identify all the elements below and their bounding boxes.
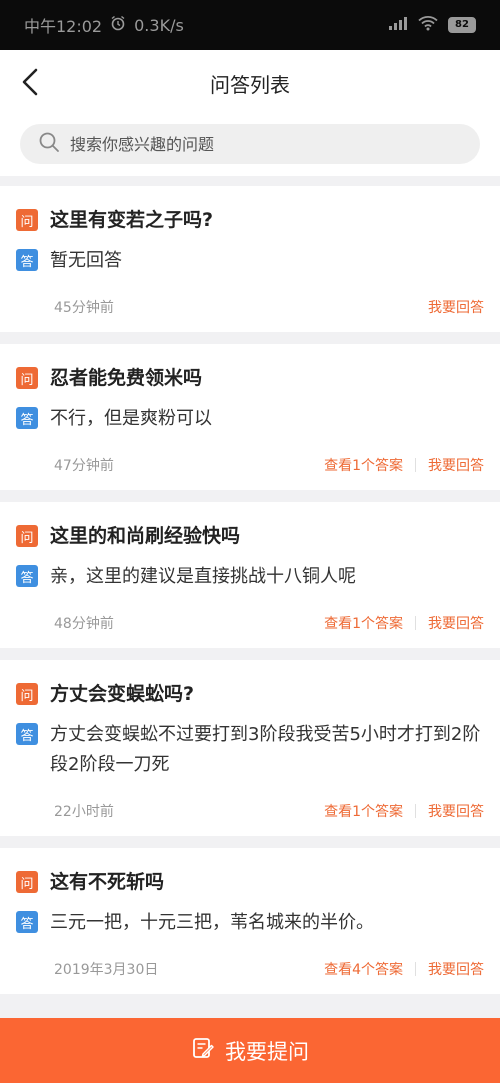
card-meta: 45分钟前 我要回答: [16, 282, 484, 332]
question-tag: 问: [16, 209, 38, 231]
qa-card[interactable]: 问 这里的和尚刷经验快吗 答 亲，这里的建议是直接挑战十八铜人呢 48分钟前 查…: [0, 502, 500, 648]
answer-tag: 答: [16, 565, 38, 587]
status-left: 中午12:02 0.3K/s: [24, 13, 184, 37]
question-row: 问 这里有变若之子吗?: [16, 206, 484, 234]
question-text: 忍者能免费领米吗: [50, 367, 203, 389]
action-divider: [415, 458, 416, 472]
qa-card[interactable]: 问 忍者能免费领米吗 答 不行，但是爽粉可以 47分钟前 查看1个答案 我要回答: [0, 344, 500, 490]
question-tag: 问: [16, 525, 38, 547]
card-meta: 2019年3月30日 查看4个答案 我要回答: [16, 944, 484, 994]
answer-row: 答 不行，但是爽粉可以: [16, 404, 484, 434]
answer-text: 暂无回答: [50, 250, 122, 271]
question-tag: 问: [16, 367, 38, 389]
card-actions: 查看1个答案 我要回答: [324, 801, 484, 821]
qa-card[interactable]: 问 方丈会变蜈蚣吗? 答 方丈会变蜈蚣不过要打到3阶段我受苦5小时才打到2阶段2…: [0, 660, 500, 836]
card-actions: 查看4个答案 我要回答: [324, 959, 484, 979]
signal-icon: [388, 15, 408, 35]
post-time: 2019年3月30日: [54, 962, 159, 978]
post-time: 45分钟前: [54, 300, 114, 316]
wifi-icon: [418, 15, 438, 35]
question-text: 这有不死斩吗: [50, 871, 165, 893]
card-meta: 47分钟前 查看1个答案 我要回答: [16, 440, 484, 490]
card-meta: 22小时前 查看1个答案 我要回答: [16, 786, 484, 836]
edit-note-icon: [191, 1036, 215, 1065]
action-divider: [415, 804, 416, 818]
card-actions: 查看1个答案 我要回答: [324, 613, 484, 633]
question-text: 这里的和尚刷经验快吗: [50, 525, 241, 547]
search-input[interactable]: [70, 134, 450, 154]
view-answers-link[interactable]: 查看4个答案: [324, 959, 403, 979]
question-tag: 问: [16, 871, 38, 893]
alarm-icon: [110, 15, 126, 35]
ask-question-button[interactable]: 我要提问: [0, 1018, 500, 1083]
status-right: 82: [388, 15, 476, 35]
post-time: 47分钟前: [54, 458, 114, 474]
search-icon: [38, 131, 60, 157]
view-answers-link[interactable]: 查看1个答案: [324, 613, 403, 633]
network-speed: 0.3K/s: [134, 15, 184, 35]
status-bar: 中午12:02 0.3K/s 82: [0, 0, 500, 50]
answer-tag: 答: [16, 911, 38, 933]
question-row: 问 这有不死斩吗: [16, 868, 484, 896]
answer-text: 亲，这里的建议是直接挑战十八铜人呢: [50, 566, 356, 587]
question-text: 这里有变若之子吗?: [50, 209, 214, 231]
page-title: 问答列表: [210, 72, 290, 97]
qa-list: 问 这里有变若之子吗? 答 暂无回答 45分钟前 我要回答 问 忍者能免费领米吗…: [0, 186, 500, 1006]
ask-question-label: 我要提问: [225, 1039, 309, 1064]
search-box[interactable]: [20, 124, 480, 164]
question-text: 方丈会变蜈蚣吗?: [50, 683, 195, 705]
qa-card[interactable]: 问 这里有变若之子吗? 答 暂无回答 45分钟前 我要回答: [0, 186, 500, 332]
card-actions: 查看1个答案 我要回答: [324, 455, 484, 475]
battery-icon: 82: [448, 17, 476, 33]
reply-link[interactable]: 我要回答: [428, 297, 484, 317]
action-divider: [415, 616, 416, 630]
question-row: 问 方丈会变蜈蚣吗?: [16, 680, 484, 708]
reply-link[interactable]: 我要回答: [428, 959, 484, 979]
reply-link[interactable]: 我要回答: [428, 613, 484, 633]
view-answers-link[interactable]: 查看1个答案: [324, 801, 403, 821]
card-meta: 48分钟前 查看1个答案 我要回答: [16, 598, 484, 648]
search-bar: [0, 116, 500, 176]
qa-card[interactable]: 问 这有不死斩吗 答 三元一把，十元三把，苇名城来的半价。 2019年3月30日…: [0, 848, 500, 994]
answer-tag: 答: [16, 249, 38, 271]
post-time: 48分钟前: [54, 616, 114, 632]
answer-row: 答 三元一把，十元三把，苇名城来的半价。: [16, 908, 484, 938]
answer-text: 方丈会变蜈蚣不过要打到3阶段我受苦5小时才打到2阶段2阶段一刀死: [50, 724, 481, 775]
answer-row: 答 方丈会变蜈蚣不过要打到3阶段我受苦5小时才打到2阶段2阶段一刀死: [16, 720, 484, 780]
answer-row: 答 亲，这里的建议是直接挑战十八铜人呢: [16, 562, 484, 592]
reply-link[interactable]: 我要回答: [428, 801, 484, 821]
answer-tag: 答: [16, 723, 38, 745]
back-arrow-icon: [22, 68, 38, 96]
answer-row: 答 暂无回答: [16, 246, 484, 276]
question-tag: 问: [16, 683, 38, 705]
status-time: 中午12:02: [24, 17, 103, 36]
question-row: 问 忍者能免费领米吗: [16, 364, 484, 392]
question-row: 问 这里的和尚刷经验快吗: [16, 522, 484, 550]
card-actions: 我要回答: [428, 297, 484, 317]
action-divider: [415, 962, 416, 976]
back-button[interactable]: [8, 60, 52, 104]
answer-text: 不行，但是爽粉可以: [50, 408, 212, 429]
answer-text: 三元一把，十元三把，苇名城来的半价。: [50, 912, 374, 933]
answer-tag: 答: [16, 407, 38, 429]
reply-link[interactable]: 我要回答: [428, 455, 484, 475]
post-time: 22小时前: [54, 804, 114, 820]
nav-bar: 问答列表: [0, 50, 500, 116]
view-answers-link[interactable]: 查看1个答案: [324, 455, 403, 475]
